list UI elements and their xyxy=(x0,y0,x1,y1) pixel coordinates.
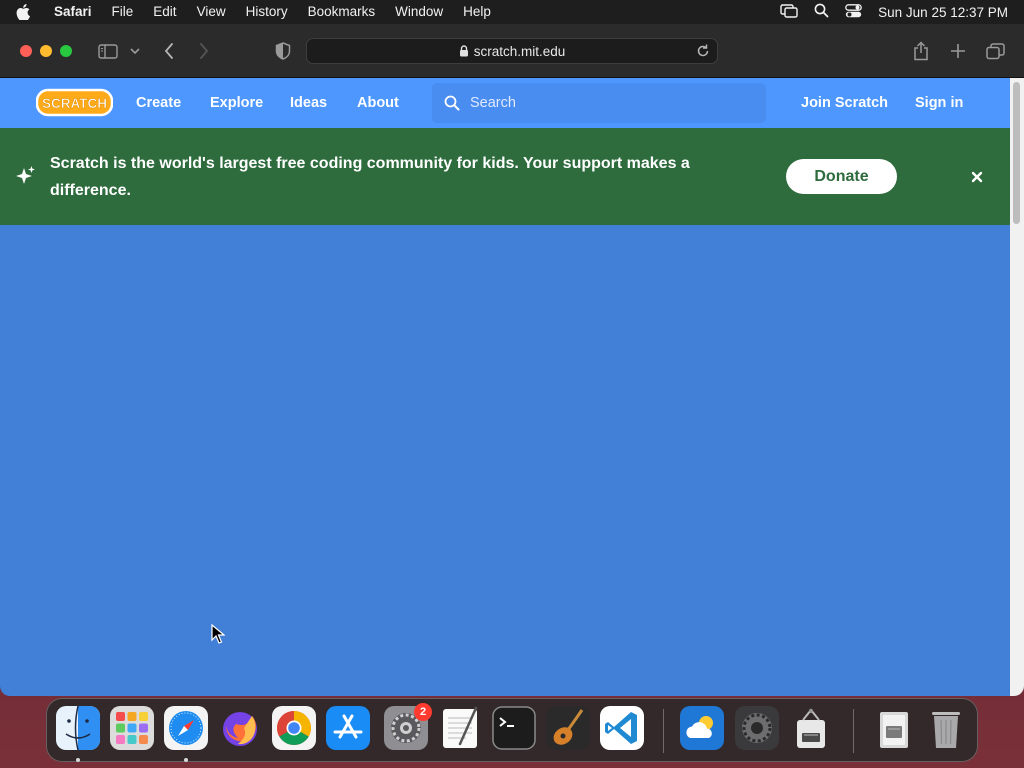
menu-app-name[interactable]: Safari xyxy=(54,0,92,24)
donate-button[interactable]: Donate xyxy=(786,159,897,194)
menu-bar: Safari File Edit View History Bookmarks … xyxy=(0,0,1024,24)
url-text[interactable]: scratch.mit.edu xyxy=(474,44,566,59)
browser-toolbar: scratch.mit.edu xyxy=(0,24,1024,78)
search-icon xyxy=(444,95,460,111)
banner-message: Scratch is the world's largest free codi… xyxy=(50,155,690,199)
share-icon[interactable] xyxy=(909,39,933,63)
compressor-icon[interactable] xyxy=(735,706,779,750)
weather-icon[interactable] xyxy=(680,706,724,750)
settings-update-badge: 2 xyxy=(414,703,432,721)
menu-clock[interactable]: Sun Jun 25 12:37 PM xyxy=(878,5,1008,20)
nav-about[interactable]: About xyxy=(357,78,399,128)
control-center-icon[interactable] xyxy=(845,3,863,21)
close-window-button[interactable] xyxy=(20,45,32,57)
screen-mirroring-icon[interactable] xyxy=(780,3,798,21)
archive-icon[interactable] xyxy=(789,706,833,750)
sidebar-toggle-icon[interactable] xyxy=(96,39,120,63)
safari-running-indicator xyxy=(184,758,188,762)
forward-button-icon[interactable] xyxy=(192,39,216,63)
downloads-folder-icon[interactable] xyxy=(872,706,916,750)
menu-view[interactable]: View xyxy=(197,0,226,24)
address-bar[interactable]: scratch.mit.edu xyxy=(306,38,718,64)
launchpad-icon[interactable] xyxy=(110,706,154,750)
menu-history[interactable]: History xyxy=(246,0,288,24)
back-button-icon[interactable] xyxy=(157,39,181,63)
close-banner-icon[interactable] xyxy=(966,166,988,188)
sign-in-link[interactable]: Sign in xyxy=(915,78,963,128)
sparkle-icon xyxy=(14,165,36,187)
scratch-navbar: SCRATCH Create Explore Ideas About Join … xyxy=(0,78,1010,128)
firefox-icon[interactable] xyxy=(218,706,262,750)
app-store-icon[interactable] xyxy=(326,706,370,750)
tab-overview-icon[interactable] xyxy=(983,39,1007,63)
chrome-icon[interactable] xyxy=(272,706,316,750)
minimize-window-button[interactable] xyxy=(40,45,52,57)
new-tab-icon[interactable] xyxy=(946,39,970,63)
page-scrollbar[interactable] xyxy=(1010,78,1024,696)
lock-icon xyxy=(459,45,469,57)
system-settings-icon[interactable]: 2 xyxy=(384,703,432,750)
safari-icon[interactable] xyxy=(164,706,208,750)
scratch-logo[interactable]: SCRATCH xyxy=(35,87,114,117)
safari-window: scratch.mit.edu SCRATCH Create Explore I… xyxy=(0,24,1024,696)
finder-running-indicator xyxy=(76,758,80,762)
vscode-icon[interactable] xyxy=(600,706,644,750)
svg-text:SCRATCH: SCRATCH xyxy=(42,96,107,111)
join-scratch-link[interactable]: Join Scratch xyxy=(801,78,888,128)
web-content: SCRATCH Create Explore Ideas About Join … xyxy=(0,78,1010,696)
menu-edit[interactable]: Edit xyxy=(153,0,176,24)
nav-ideas[interactable]: Ideas xyxy=(290,78,327,128)
nav-create[interactable]: Create xyxy=(136,78,181,128)
zoom-window-button[interactable] xyxy=(60,45,72,57)
search-box[interactable] xyxy=(432,83,766,123)
reload-icon[interactable] xyxy=(695,43,711,59)
donate-banner: Scratch is the world's largest free codi… xyxy=(0,128,1010,225)
spotlight-search-icon[interactable] xyxy=(814,3,829,21)
menu-help[interactable]: Help xyxy=(463,0,491,24)
dock: 2 xyxy=(46,698,978,762)
terminal-icon[interactable] xyxy=(492,706,536,750)
nav-explore[interactable]: Explore xyxy=(210,78,263,128)
privacy-shield-icon[interactable] xyxy=(271,39,295,63)
search-input[interactable] xyxy=(470,95,750,111)
dock-separator xyxy=(663,709,664,753)
menu-file[interactable]: File xyxy=(112,0,134,24)
mouse-cursor-icon xyxy=(211,624,225,644)
menu-window[interactable]: Window xyxy=(395,0,443,24)
garageband-icon[interactable] xyxy=(546,706,590,750)
menu-bookmarks[interactable]: Bookmarks xyxy=(308,0,376,24)
textedit-icon[interactable] xyxy=(438,706,482,750)
apple-menu-icon[interactable] xyxy=(16,0,38,24)
scrollbar-thumb[interactable] xyxy=(1013,82,1020,224)
finder-icon[interactable] xyxy=(56,706,100,750)
dock-separator-2 xyxy=(853,709,854,753)
trash-icon[interactable] xyxy=(924,706,968,750)
chevron-down-icon[interactable] xyxy=(124,39,146,63)
